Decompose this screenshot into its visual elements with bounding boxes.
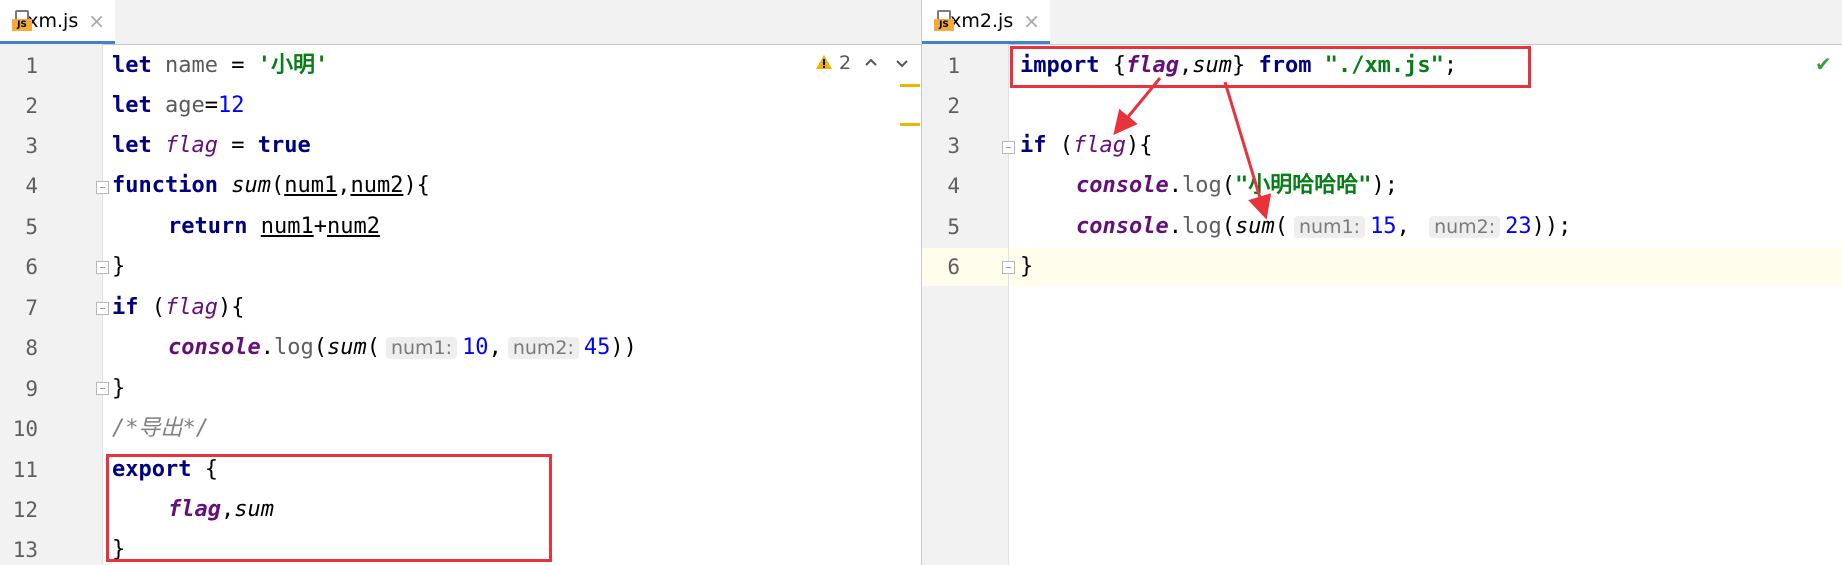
- line-number: 1: [25, 54, 38, 78]
- line-number: 5: [25, 215, 38, 239]
- annotation-arrows: [1113, 77, 1272, 220]
- code-line-6[interactable]: }: [112, 247, 125, 287]
- tab-label: xm.js: [27, 9, 79, 32]
- code-line-10-comment[interactable]: /*导出*/: [112, 409, 209, 449]
- line-number: 13: [12, 538, 38, 562]
- code-line-9[interactable]: }: [112, 369, 125, 409]
- sum-arrow: [1223, 81, 1272, 220]
- left-editor-pane: JS xm.js × 1 2 3 4 5 6 7 8 9 10 11 12 13…: [0, 0, 921, 565]
- line-number: 12: [12, 498, 38, 522]
- warning-stripe-marker[interactable]: [900, 123, 920, 126]
- warning-stripe-marker[interactable]: [900, 84, 920, 87]
- code-line-2[interactable]: let age=12: [112, 86, 245, 126]
- next-highlight-icon[interactable]: [894, 56, 910, 75]
- parameter-hint: num2:: [507, 337, 579, 359]
- js-file-icon: JS: [12, 9, 32, 32]
- flag-arrow: [1113, 77, 1162, 135]
- fold-marker-icon[interactable]: [96, 181, 109, 194]
- line-number: 4: [25, 174, 38, 198]
- tab-xm-js[interactable]: JS xm.js ×: [0, 0, 115, 44]
- right-editor-pane: JS xm2.js × 1 2 3 4 5 6 ✔ import {flag,s…: [922, 0, 1842, 565]
- warning-count: 2: [839, 52, 852, 74]
- export-highlight-box: [106, 454, 552, 562]
- line-number: 7: [25, 296, 38, 320]
- code-line-1[interactable]: let name = '小明': [112, 46, 328, 86]
- code-line-5[interactable]: return num1+num2: [168, 207, 380, 247]
- line-number: 6: [25, 255, 38, 279]
- fold-marker-icon[interactable]: [96, 261, 109, 274]
- parameter-hint: num1:: [385, 337, 458, 359]
- line-number: 8: [25, 336, 38, 360]
- code-line-8[interactable]: console.log(sum(num1: 10, num2: 45)): [168, 328, 637, 368]
- line-number: 3: [25, 134, 38, 158]
- previous-highlight-icon[interactable]: [863, 54, 879, 73]
- line-number: 11: [12, 458, 38, 482]
- code-line-4[interactable]: function sum(num1,num2){: [112, 166, 430, 206]
- left-tab-bar: JS xm.js ×: [0, 0, 921, 45]
- code-line-7[interactable]: if (flag){: [112, 288, 244, 328]
- fold-marker-icon[interactable]: [96, 302, 109, 315]
- inspection-widget[interactable]: 2: [815, 52, 851, 74]
- line-number: 2: [25, 94, 38, 118]
- fold-marker-icon[interactable]: [96, 382, 109, 395]
- close-tab-icon[interactable]: ×: [88, 11, 105, 31]
- code-line-3[interactable]: let flag = true: [112, 126, 311, 166]
- warning-icon: [815, 52, 839, 74]
- line-number: 9: [25, 377, 38, 401]
- line-number: 10: [12, 417, 38, 441]
